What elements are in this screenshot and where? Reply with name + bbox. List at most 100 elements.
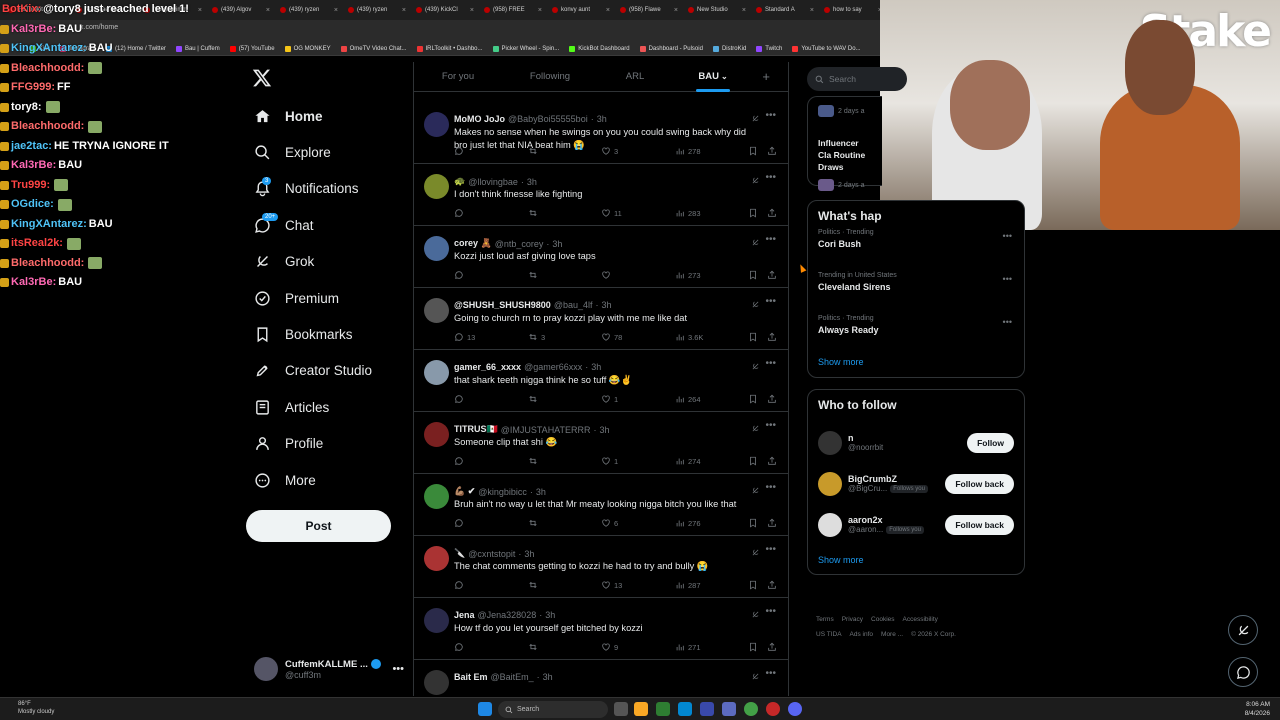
tweet-timestamp[interactable]: 3h <box>543 672 553 682</box>
tab-close-icon[interactable]: × <box>198 7 202 14</box>
task-view-icon[interactable] <box>614 702 628 716</box>
bookmark-button[interactable] <box>748 580 758 590</box>
tweet-more-icon[interactable]: ••• <box>765 420 776 431</box>
tab-close-icon[interactable]: × <box>810 7 814 14</box>
tweet-more-icon[interactable]: ••• <box>765 606 776 617</box>
follow-suggestion[interactable]: n @noorrbit Follow <box>818 422 1014 463</box>
tweet-author-handle[interactable]: @IMJUSTAHATERRR <box>501 425 591 435</box>
tweet-more-icon[interactable]: ••• <box>765 172 776 183</box>
tweet-more-icon[interactable]: ••• <box>765 544 776 555</box>
nav-item-explore[interactable]: Explore <box>244 134 414 170</box>
trend-item[interactable]: Politics · Trending Cori Bush ••• <box>818 229 1014 268</box>
trends-show-more-link[interactable]: Show more <box>818 357 1014 367</box>
repost-button[interactable] <box>528 518 541 528</box>
nav-item-articles[interactable]: Articles <box>244 389 414 425</box>
browser-tab[interactable]: konvy aunt × <box>548 2 614 18</box>
tweet-author-name[interactable]: 💪🏽 ✔ <box>454 486 475 497</box>
views-button[interactable]: 3.6K <box>675 332 703 342</box>
reply-button[interactable] <box>454 580 467 590</box>
file-explorer-icon[interactable] <box>634 702 648 716</box>
tweet-author-name[interactable]: 🐢 <box>454 176 465 187</box>
bookmark-button[interactable] <box>748 270 758 280</box>
bookmark-button[interactable] <box>748 456 758 466</box>
search-input[interactable]: Search <box>807 67 907 91</box>
tweet-author-name[interactable]: TITRUS🇲🇽 <box>454 424 498 435</box>
bookmark-button[interactable] <box>748 642 758 652</box>
bookmark-button[interactable] <box>748 332 758 342</box>
footer-link[interactable]: © 2026 X Corp. <box>911 631 956 638</box>
repost-button[interactable] <box>528 208 541 218</box>
nav-item-grok[interactable]: Grok <box>244 244 414 280</box>
tweet-author-handle[interactable]: @cxntstopit <box>468 549 515 559</box>
tweet-timestamp[interactable]: 3h <box>597 114 607 124</box>
repost-button[interactable] <box>528 394 541 404</box>
grok-explain-icon[interactable] <box>751 486 760 495</box>
tweet-author-name[interactable]: Bait Em <box>454 672 488 682</box>
tweet[interactable]: MoMO JoJo @BabyBoi55555boi · 3h ••• Makes no … <box>414 102 788 164</box>
avatar[interactable] <box>818 471 842 496</box>
footer-link[interactable]: US TIDA <box>816 631 842 638</box>
tweet-timestamp[interactable]: 3h <box>527 177 537 187</box>
live-event-card[interactable]: 2 days a Influencer Cla Routine Draws 2 … <box>807 96 882 191</box>
tweet[interactable]: Bait Em @BaitEm_ · 3h ••• <box>414 660 788 696</box>
share-button[interactable] <box>767 146 777 156</box>
bookmark-item[interactable]: OmeTV Video Chat... <box>340 44 407 53</box>
more-dots-icon[interactable]: ••• <box>392 663 404 675</box>
tweet[interactable]: @SHUSH_SHUSH9800 @bau_4lf · 3h ••• Going to c… <box>414 288 788 350</box>
app-icon[interactable] <box>700 702 714 716</box>
nav-item-profile[interactable]: Profile <box>244 426 414 462</box>
tweet-avatar[interactable] <box>424 422 449 447</box>
footer-link[interactable]: Privacy <box>842 616 863 623</box>
tab-close-icon[interactable]: × <box>402 7 406 14</box>
tab-close-icon[interactable]: × <box>266 7 270 14</box>
avatar[interactable] <box>818 430 842 455</box>
timeline-tab-arl[interactable]: ARL <box>598 62 672 92</box>
share-button[interactable] <box>767 518 777 528</box>
reply-button[interactable] <box>454 208 467 218</box>
tweet-avatar[interactable] <box>424 360 449 385</box>
tweet[interactable]: corey 🧸 @ntb_corey · 3h ••• Kozzi just loud a… <box>414 226 788 288</box>
bookmark-item[interactable]: YouTube to WAV Do... <box>792 44 861 53</box>
footer-link[interactable]: Ads info <box>850 631 874 638</box>
trend-item[interactable]: Trending in United States Cleveland Siren… <box>818 272 1014 311</box>
tweet-timestamp[interactable]: 3h <box>524 549 534 559</box>
tweet-timestamp[interactable]: 3h <box>552 239 562 249</box>
chevron-down-icon[interactable]: ⌄ <box>721 72 728 81</box>
follow-button[interactable]: Follow back <box>945 514 1014 535</box>
trend-more-icon[interactable]: ••• <box>1003 317 1012 327</box>
repost-button[interactable]: 3 <box>528 332 545 342</box>
repost-button[interactable] <box>528 146 541 156</box>
grok-explain-icon[interactable] <box>751 300 760 309</box>
follow-show-more-link[interactable]: Show more <box>818 555 1014 565</box>
tweet-author-handle[interactable]: @llovingbae <box>468 177 518 187</box>
views-button[interactable]: 276 <box>675 518 701 528</box>
share-button[interactable] <box>767 332 777 342</box>
browser-tab[interactable]: (958) Flawe × <box>616 2 682 18</box>
like-button[interactable]: 13 <box>601 580 622 590</box>
taskbar-search[interactable]: Search <box>498 701 608 718</box>
like-button[interactable]: 78 <box>601 332 622 342</box>
grok-explain-icon[interactable] <box>751 114 760 123</box>
nav-item-chat[interactable]: 20+ Chat <box>244 207 414 243</box>
post-button[interactable]: Post <box>246 510 391 542</box>
tweet-avatar[interactable] <box>424 546 449 571</box>
reply-button[interactable] <box>454 270 467 280</box>
reply-button[interactable]: 13 <box>454 332 475 342</box>
bookmark-item[interactable]: Picker Wheel - Spin... <box>492 44 559 53</box>
store-icon[interactable] <box>656 702 670 716</box>
tweet-author-handle[interactable]: @ntb_corey <box>495 239 544 249</box>
tweet-author-name[interactable]: @SHUSH_SHUSH9800 <box>454 300 551 310</box>
tab-close-icon[interactable]: × <box>606 7 610 14</box>
browser-tab[interactable]: (439) KickCl × <box>412 2 478 18</box>
browser-tab[interactable]: New Studio × <box>684 2 750 18</box>
tab-close-icon[interactable]: × <box>742 7 746 14</box>
timeline-tab-for-you[interactable]: For you <box>414 62 502 92</box>
trend-more-icon[interactable]: ••• <box>1003 231 1012 241</box>
like-button[interactable]: 6 <box>601 518 618 528</box>
tweet-author-name[interactable]: corey 🧸 <box>454 238 492 249</box>
tweet-more-icon[interactable]: ••• <box>765 358 776 369</box>
nav-item-creator-studio[interactable]: Creator Studio <box>244 353 414 389</box>
tweet-author-name[interactable]: gamer_66_xxxx <box>454 362 521 372</box>
tweet[interactable]: 🐢 @llovingbae · 3h ••• I don't think finesse … <box>414 164 788 226</box>
share-button[interactable] <box>767 580 777 590</box>
